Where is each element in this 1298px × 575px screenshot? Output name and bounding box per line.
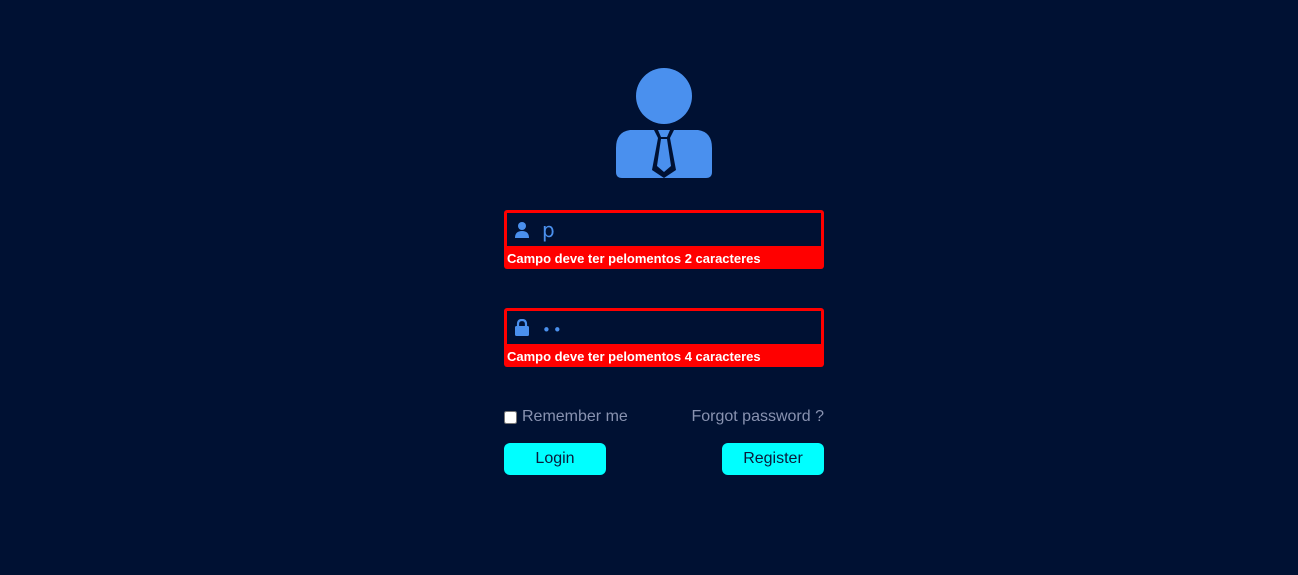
username-field: p Campo deve ter pelomentos 2 caracteres: [504, 210, 824, 269]
password-error: Campo deve ter pelomentos 4 caracteres: [504, 347, 824, 367]
user-tie-icon: [616, 68, 712, 178]
lock-icon: [514, 319, 530, 337]
login-button[interactable]: Login: [504, 443, 606, 475]
user-icon: [514, 221, 530, 239]
login-page: p Campo deve ter pelomentos 2 caracteres…: [0, 0, 1298, 575]
username-value: p: [542, 217, 555, 242]
remember-me[interactable]: Remember me: [504, 408, 628, 426]
register-button[interactable]: Register: [722, 443, 824, 475]
forgot-password-link[interactable]: Forgot password ?: [691, 408, 824, 426]
password-input[interactable]: ••: [504, 308, 824, 347]
remember-label: Remember me: [522, 408, 628, 425]
password-value: ••: [542, 320, 564, 339]
username-error: Campo deve ter pelomentos 2 caracteres: [504, 249, 824, 269]
remember-checkbox[interactable]: [504, 410, 517, 424]
username-input[interactable]: p: [504, 210, 824, 249]
password-field: •• Campo deve ter pelomentos 4 caractere…: [504, 308, 824, 367]
